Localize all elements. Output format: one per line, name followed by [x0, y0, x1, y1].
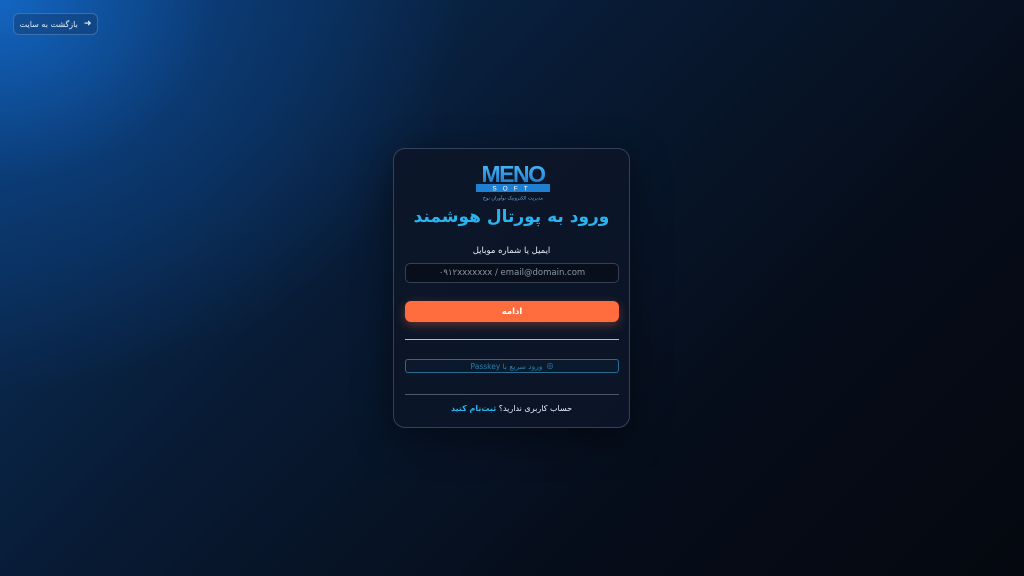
- logo-tagline: مدیریت الکترونیک نوآوران نوح: [483, 195, 544, 202]
- login-card: MENO SOFT مدیریت الکترونیک نوآوران نوح و…: [393, 148, 630, 428]
- continue-button[interactable]: ادامه: [405, 301, 619, 322]
- divider: [405, 394, 619, 395]
- register-question: حساب کاربری ندارید؟: [498, 404, 573, 413]
- meno-soft-logo: MENO SOFT مدیریت الکترونیک نوآوران نوح: [476, 161, 550, 202]
- register-link[interactable]: ثبت‌نام کنید: [451, 404, 496, 413]
- divider: [405, 339, 619, 340]
- fingerprint-icon: ◎: [546, 361, 554, 370]
- email-or-mobile-input[interactable]: [405, 263, 619, 283]
- arrow-right-icon: ➜: [83, 18, 92, 29]
- logo-subtext: SOFT: [492, 186, 533, 193]
- passkey-login-label: ورود سریع با Passkey: [470, 361, 543, 371]
- register-prompt: حساب کاربری ندارید؟ ثبت‌نام کنید: [394, 404, 629, 413]
- page-title: ورود به پورتال هوشمند: [413, 207, 610, 227]
- logo-wordmark: MENO: [482, 161, 546, 187]
- back-to-site-label: بازگشت به سایت: [19, 19, 78, 29]
- passkey-login-button[interactable]: ◎ ورود سریع با Passkey: [405, 359, 619, 373]
- email-or-mobile-label: ایمیل یا شماره موبایل: [472, 246, 551, 256]
- back-to-site-button[interactable]: ➜ بازگشت به سایت: [13, 13, 98, 35]
